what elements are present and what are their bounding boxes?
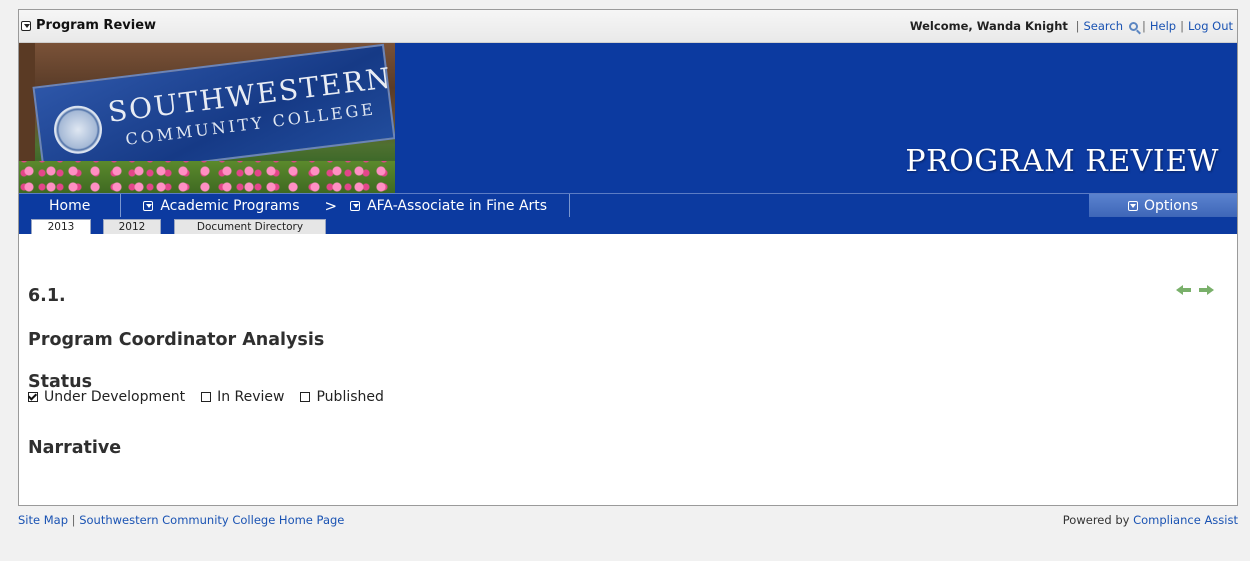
nav-program-label[interactable]: AFA-Associate in Fine Arts <box>367 198 547 214</box>
separator: | <box>1180 19 1184 33</box>
nav-home[interactable]: Home <box>19 194 122 217</box>
flower-bed <box>19 161 395 193</box>
status-label: Published <box>316 389 384 405</box>
dropdown-icon <box>21 20 31 31</box>
college-home-link[interactable]: Southwestern Community College Home Page <box>79 513 344 527</box>
top-bar: Program Review Welcome, Wanda Knight | S… <box>19 10 1237 43</box>
help-link[interactable]: Help <box>1150 19 1176 33</box>
dropdown-icon <box>1127 200 1138 211</box>
footer-links: Site Map | Southwestern Community Colleg… <box>18 513 344 527</box>
site-map-link[interactable]: Site Map <box>18 513 68 527</box>
nav-academic-label: Academic Programs <box>160 197 300 214</box>
options-label: Options <box>1143 197 1199 214</box>
separator: | <box>71 513 76 527</box>
tab-2012[interactable]: 2012 <box>103 219 161 234</box>
tab-2013[interactable]: 2013 <box>31 219 91 234</box>
separator: | <box>1141 19 1146 33</box>
user-links: Welcome, Wanda Knight | Search | Help | … <box>910 19 1233 33</box>
separator: | <box>1071 19 1080 33</box>
status-label: In Review <box>217 389 285 405</box>
vendor-link[interactable]: Compliance Assist <box>1133 513 1238 527</box>
status-checkbox-under-development[interactable] <box>28 392 38 402</box>
logout-link[interactable]: Log Out <box>1188 19 1233 33</box>
banner-title: PROGRAM REVIEW <box>905 144 1219 179</box>
main-nav: Home Academic Programs > AFA-Associate i… <box>19 193 1237 217</box>
app-title: Program Review <box>36 18 157 33</box>
status-options: Under Development In Review Published <box>28 389 400 405</box>
options-button[interactable]: Options <box>1089 194 1237 217</box>
college-seal-icon <box>51 102 105 157</box>
dropdown-icon[interactable] <box>350 200 361 211</box>
tab-document-directory[interactable]: Document Directory <box>174 219 326 234</box>
college-sign-photo: SOUTHWESTERN COMMUNITY COLLEGE <box>19 43 395 193</box>
status-label: Under Development <box>44 389 186 405</box>
chevron-right-icon: > <box>324 196 338 215</box>
arrow-right-icon[interactable] <box>1199 285 1214 295</box>
search-link[interactable]: Search <box>1083 19 1123 33</box>
record-navigation <box>1176 285 1214 295</box>
nav-academic-programs[interactable]: Academic Programs > AFA-Associate in Fin… <box>121 194 571 217</box>
status-checkbox-published[interactable] <box>300 392 311 402</box>
app-title-menu[interactable]: Program Review <box>21 18 156 33</box>
dropdown-icon <box>143 200 154 211</box>
sign-post <box>19 43 35 173</box>
page-frame: Program Review Welcome, Wanda Knight | S… <box>18 9 1238 506</box>
powered-by-text: Powered by <box>1062 513 1130 527</box>
page-title: Program Coordinator Analysis <box>28 330 325 350</box>
arrow-left-icon[interactable] <box>1176 285 1191 295</box>
search-icon[interactable] <box>1128 21 1138 31</box>
status-checkbox-in-review[interactable] <box>201 392 212 402</box>
section-number: 6.1. <box>28 286 66 306</box>
nav-home-label: Home <box>49 197 91 214</box>
header-banner: SOUTHWESTERN COMMUNITY COLLEGE PROGRAM R… <box>19 43 1237 193</box>
welcome-text: Welcome, Wanda Knight <box>909 19 1068 33</box>
tab-strip: 2013 2012 Document Directory <box>19 217 1237 234</box>
powered-by: Powered by Compliance Assist <box>1063 513 1238 527</box>
narrative-heading: Narrative <box>28 438 122 458</box>
